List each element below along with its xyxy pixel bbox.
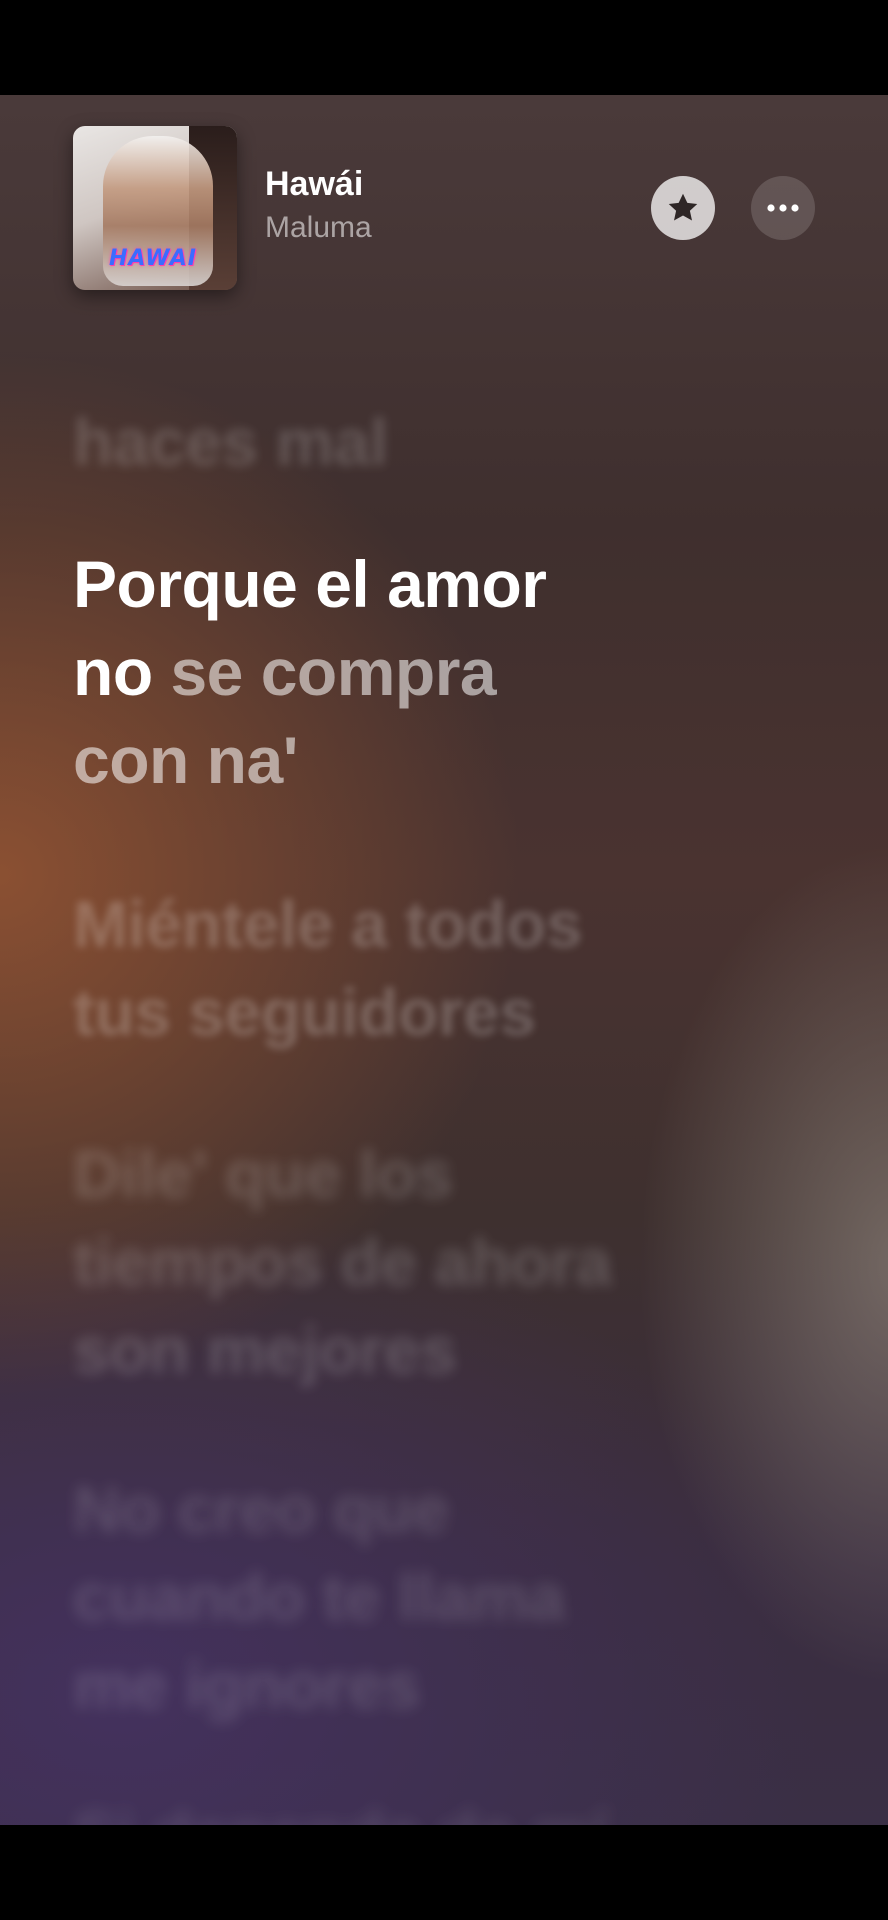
lyric-text-unsung: se compra <box>152 635 497 709</box>
lyric-line-previous[interactable]: haces mal <box>73 398 388 486</box>
lyric-text: me ignores <box>73 1648 421 1722</box>
lyric-text: tus seguidores <box>73 975 536 1049</box>
lyric-text-unsung: con na' <box>73 723 298 797</box>
ellipsis-icon <box>767 204 799 212</box>
lyric-text: Miéntele a todos <box>73 887 583 961</box>
lyrics-screen: HAWAI haces mal Porque el amor no se com… <box>0 95 888 1825</box>
lyric-text: cuando te llama <box>73 1560 565 1634</box>
lyric-line-upcoming[interactable]: No creo que cuando te llama me ignores <box>73 1465 565 1729</box>
song-title: Hawái <box>265 165 364 203</box>
lyric-line-upcoming[interactable]: Si depende de mí <box>73 1790 608 1825</box>
lyric-text: Dile' que los <box>73 1137 453 1211</box>
star-icon <box>668 193 698 221</box>
lyric-line-active[interactable]: Porque el amor no se compra con na' <box>73 540 547 804</box>
lyric-text-sung: no <box>73 635 153 709</box>
lyric-text: haces mal <box>73 405 388 479</box>
lyric-line-upcoming[interactable]: Miéntele a todos tus seguidores <box>73 880 583 1056</box>
lyric-text: tiempos de ahora <box>73 1225 612 1299</box>
artwork-logo: HAWAI <box>109 246 197 271</box>
lyric-text-sung: Porque el amor <box>73 547 547 621</box>
more-options-button[interactable] <box>751 176 815 240</box>
lyric-text: No creo que <box>73 1472 449 1546</box>
song-artist[interactable]: Maluma <box>265 210 372 246</box>
album-artwork[interactable]: HAWAI <box>73 126 237 290</box>
favorite-button[interactable] <box>651 176 715 240</box>
lyric-text: Si depende de mí <box>73 1790 608 1825</box>
lyric-text: son mejores <box>73 1313 457 1387</box>
lyric-line-upcoming[interactable]: Dile' que los tiempos de ahora son mejor… <box>73 1130 612 1394</box>
